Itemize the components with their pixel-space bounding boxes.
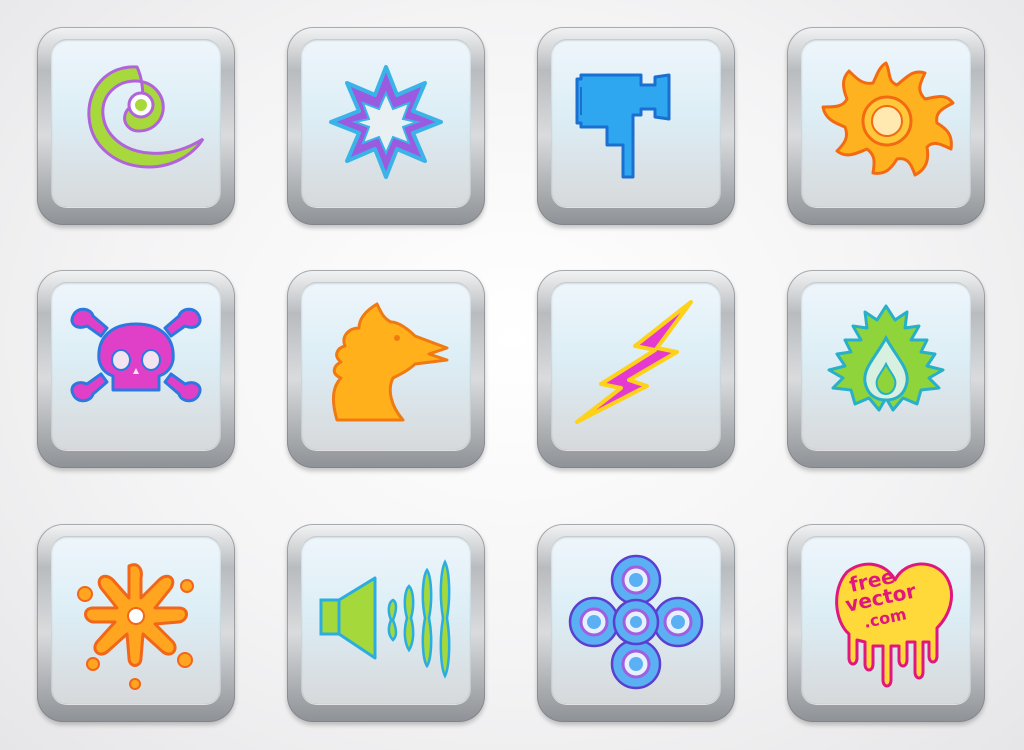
lightning-bolt-icon (575, 300, 693, 424)
skull-crossbones-icon (70, 307, 202, 403)
icon-button-grid: free vector .com (0, 0, 1024, 750)
speaker-button[interactable] (287, 524, 485, 722)
sun-icon (821, 61, 955, 177)
video-camera-icon (575, 73, 671, 179)
splat-button[interactable] (37, 524, 235, 722)
circles-cross-icon (568, 554, 704, 690)
lightning-button[interactable] (537, 270, 735, 468)
leaf-drop-button[interactable] (787, 270, 985, 468)
leaf-drop-icon (827, 304, 945, 412)
flower-button[interactable] (287, 27, 485, 225)
spiral-button[interactable] (37, 27, 235, 225)
heart-logo-icon: free vector .com (835, 562, 953, 688)
dragon-button[interactable] (287, 270, 485, 468)
heart-logo-button[interactable]: free vector .com (787, 524, 985, 722)
circles-button[interactable] (537, 524, 735, 722)
dragon-head-icon (332, 302, 449, 422)
speaker-sound-icon (319, 559, 451, 679)
splat-star-icon (77, 563, 194, 690)
sun-button[interactable] (787, 27, 985, 225)
spiral-icon (87, 65, 205, 169)
skull-button[interactable] (37, 270, 235, 468)
flower-icon (329, 65, 443, 179)
video-camera-button[interactable] (537, 27, 735, 225)
